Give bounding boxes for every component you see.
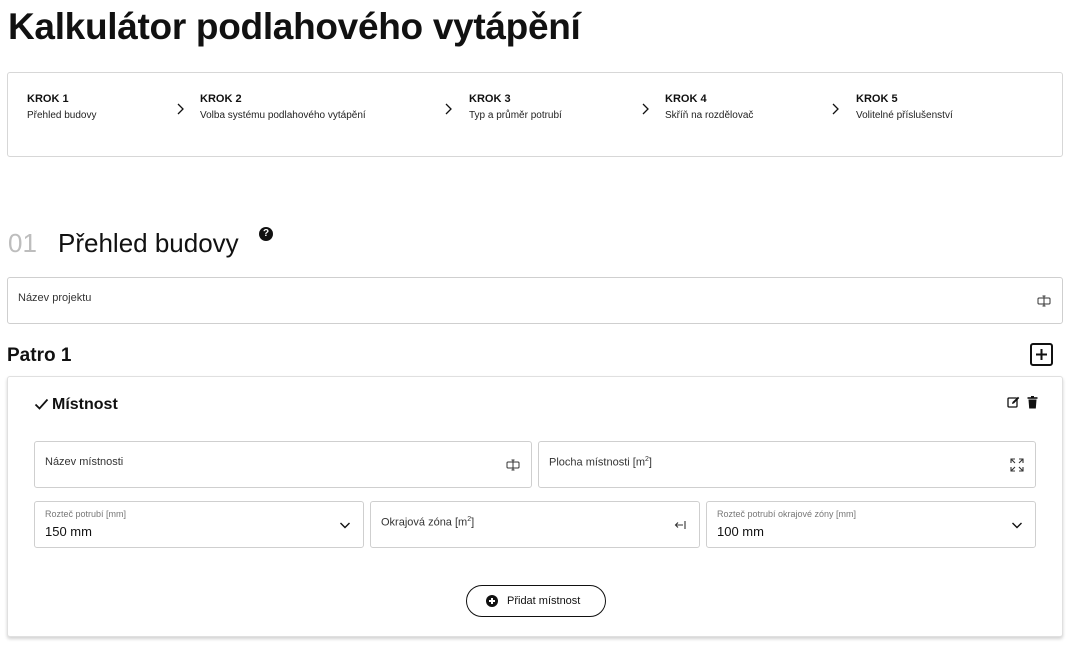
plus-circle-icon <box>486 595 498 607</box>
page-title: Kalkulátor podlahového vytápění <box>8 6 581 47</box>
step-subtitle: Typ a průměr potrubí <box>469 110 562 121</box>
room-area-input[interactable]: Plocha místnosti [m2] <box>538 441 1036 488</box>
add-room-button[interactable]: Přidat místnost <box>466 585 606 617</box>
step-navigation: KROK 1 Přehled budovy KROK 2 Volba systé… <box>7 72 1063 157</box>
chevron-right-icon <box>830 102 840 116</box>
edge-spacing-value: 100 mm <box>717 524 764 539</box>
step-2[interactable]: KROK 2 Volba systému podlahového vytápěn… <box>200 93 366 121</box>
trash-icon[interactable] <box>1027 396 1038 409</box>
add-room-label: Přidat místnost <box>507 595 581 607</box>
edge-spacing-label: Rozteč potrubí okrajové zóny [mm] <box>717 509 857 519</box>
step-1[interactable]: KROK 1 Přehled budovy <box>27 93 97 121</box>
step-subtitle: Volba systému podlahového vytápění <box>200 110 366 121</box>
plus-square-icon <box>1036 349 1047 360</box>
edge-zone-input[interactable]: Okrajová zóna [m2] <box>370 501 700 548</box>
step-title: KROK 3 <box>469 93 511 105</box>
room-card: Místnost Název místnosti Plocha místnost… <box>7 376 1063 637</box>
step-subtitle: Volitelné příslušenství <box>856 110 953 121</box>
chevron-down-icon <box>338 518 352 532</box>
room-area-label: Plocha místnosti [m2] <box>549 456 652 469</box>
step-subtitle: Přehled budovy <box>27 110 97 121</box>
project-name-input[interactable]: Název projektu <box>7 277 1063 324</box>
step-5[interactable]: KROK 5 Volitelné příslušenství <box>856 93 953 121</box>
step-3[interactable]: KROK 3 Typ a průměr potrubí <box>469 93 562 121</box>
floor-title: Patro 1 <box>7 345 72 366</box>
room-name-input[interactable]: Název místnosti <box>34 441 532 488</box>
step-subtitle: Skříň na rozdělovač <box>665 110 754 121</box>
arrow-to-edge-icon <box>674 518 688 532</box>
project-name-label: Název projektu <box>18 292 92 304</box>
room-title: Místnost <box>52 396 118 413</box>
chevron-right-icon <box>175 102 185 116</box>
edit-icon[interactable] <box>1007 396 1020 409</box>
edge-spacing-select[interactable]: Rozteč potrubí okrajové zóny [mm] 100 mm <box>706 501 1036 548</box>
chevron-right-icon <box>443 102 453 116</box>
section-number: 01 <box>8 228 37 258</box>
add-floor-button[interactable] <box>1030 343 1053 366</box>
step-title: KROK 4 <box>665 93 707 105</box>
pipe-spacing-select[interactable]: Rozteč potrubí [mm] 150 mm <box>34 501 364 548</box>
step-4[interactable]: KROK 4 Skříň na rozdělovač <box>665 93 753 121</box>
expand-icon <box>1010 457 1024 472</box>
section-title: Přehled budovy <box>58 228 239 258</box>
step-title: KROK 1 <box>27 93 69 105</box>
check-icon <box>34 397 49 411</box>
help-icon[interactable]: ? <box>259 227 273 241</box>
chevron-right-icon <box>640 102 650 116</box>
text-cursor-icon <box>506 458 520 472</box>
step-title: KROK 5 <box>856 93 898 105</box>
step-title: KROK 2 <box>200 93 242 105</box>
pipe-spacing-label: Rozteč potrubí [mm] <box>45 509 127 519</box>
chevron-down-icon <box>1010 518 1024 532</box>
text-cursor-icon <box>1037 294 1051 308</box>
room-name-label: Název místnosti <box>45 456 124 468</box>
pipe-spacing-value: 150 mm <box>45 524 92 539</box>
edge-zone-label: Okrajová zóna [m2] <box>381 516 475 529</box>
